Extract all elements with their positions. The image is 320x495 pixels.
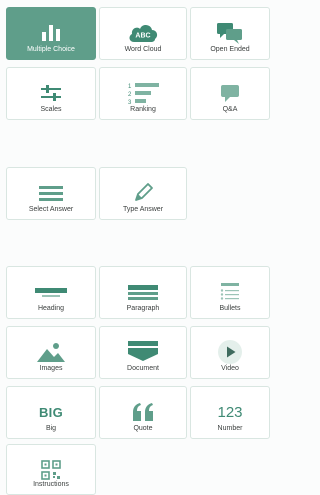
tile-open-ended[interactable]: Open Ended	[190, 7, 270, 60]
tile-quote[interactable]: Quote	[99, 386, 187, 439]
tile-word-cloud[interactable]: ABC Word Cloud	[99, 7, 187, 60]
tile-label: Word Cloud	[124, 46, 162, 53]
tile-label: Type Answer	[122, 206, 164, 213]
tile-bullets[interactable]: Bullets	[190, 266, 270, 319]
tile-label: Video	[221, 365, 239, 372]
tile-qa[interactable]: Q&A	[190, 67, 270, 120]
number-icon: 123	[191, 396, 269, 428]
list-lines-icon	[7, 177, 95, 209]
tile-multiple-choice[interactable]: Multiple Choice	[6, 7, 96, 60]
play-icon	[191, 336, 269, 368]
tile-type-answer[interactable]: Type Answer	[99, 167, 187, 220]
sliders-icon	[7, 77, 95, 109]
tile-big[interactable]: BIG Big	[6, 386, 96, 439]
tile-label: Scales	[40, 106, 62, 113]
rank-1-text: 1	[128, 84, 132, 90]
tile-label: Quote	[133, 425, 153, 432]
tile-label: Number	[217, 425, 243, 432]
word-cloud-icon-text: ABC	[135, 33, 150, 40]
bar-chart-icon	[7, 17, 95, 49]
tile-label: Multiple Choice	[27, 46, 75, 53]
chat-bubble-icon	[191, 77, 269, 109]
tile-document[interactable]: Document	[99, 326, 187, 379]
document-icon	[100, 336, 186, 368]
word-cloud-icon: ABC	[100, 17, 186, 49]
big-text-icon: BIG	[7, 396, 95, 428]
pencil-icon	[100, 177, 186, 209]
tile-label: Document	[127, 365, 159, 372]
bullets-icon	[191, 276, 269, 308]
tile-label: Paragraph	[126, 305, 160, 312]
tile-label: Open Ended	[210, 46, 250, 53]
big-icon-text: BIG	[38, 404, 63, 420]
tile-label: Ranking	[130, 106, 156, 113]
speech-bubbles-icon	[191, 17, 269, 49]
quote-icon	[100, 396, 186, 428]
tile-number[interactable]: 123 Number	[190, 386, 270, 439]
tile-label: Instructions	[33, 481, 69, 488]
tile-video[interactable]: Video	[190, 326, 270, 379]
tile-label: Select Answer	[28, 206, 74, 213]
tile-heading[interactable]: Heading	[6, 266, 96, 319]
rank-3-text: 3	[128, 100, 132, 105]
number-icon-text: 123	[217, 403, 243, 421]
ranking-icon: 1 2 3	[100, 77, 186, 109]
tile-select-answer[interactable]: Select Answer	[6, 167, 96, 220]
tile-ranking[interactable]: 1 2 3 Ranking	[99, 67, 187, 120]
tile-paragraph[interactable]: Paragraph	[99, 266, 187, 319]
heading-icon	[7, 276, 95, 308]
tile-label: Heading	[37, 305, 65, 312]
tile-label: Big	[45, 425, 57, 432]
tile-label: Bullets	[219, 305, 241, 312]
tile-instructions[interactable]: Instructions	[6, 444, 96, 495]
paragraph-icon	[100, 276, 186, 308]
rank-2-text: 2	[128, 92, 132, 98]
tile-scales[interactable]: Scales	[6, 67, 96, 120]
image-icon	[7, 336, 95, 368]
tile-images[interactable]: Images	[6, 326, 96, 379]
tile-label: Images	[39, 365, 63, 372]
tile-label: Q&A	[222, 106, 238, 113]
